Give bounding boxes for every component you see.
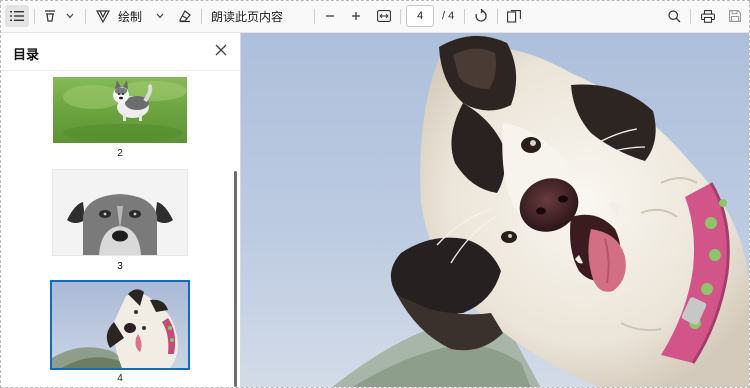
draw-label: 绘制: [118, 9, 143, 24]
toolbar-separator: [314, 9, 315, 24]
read-aloud-label: 朗读此页内容: [211, 9, 284, 24]
toolbar-separator: [690, 9, 691, 24]
toolbar-separator: [464, 9, 465, 24]
save-button[interactable]: [725, 5, 745, 27]
table-of-contents-button[interactable]: [5, 5, 29, 27]
toolbar-separator: [201, 9, 202, 24]
page-view-button[interactable]: [504, 5, 524, 27]
eraser-button[interactable]: [173, 5, 195, 27]
zoom-in-button[interactable]: [347, 5, 365, 27]
fit-to-width-button[interactable]: [374, 5, 394, 27]
thumbnail-image: [52, 282, 188, 368]
printer-icon: [701, 9, 715, 23]
rotate-icon: [475, 9, 487, 22]
draw-options-dropdown[interactable]: [153, 5, 167, 27]
minus-icon: [326, 15, 334, 17]
search-button[interactable]: [664, 5, 684, 27]
toolbar-separator: [497, 9, 498, 24]
document-page-view: [241, 33, 749, 387]
eraser-icon: [179, 10, 191, 23]
search-icon: [667, 9, 680, 22]
contents-sidebar: 目录 2 3 4: [1, 33, 241, 387]
page-thumbnail-2[interactable]: [53, 77, 187, 143]
thumbnail-image: [53, 77, 187, 143]
page-total-label: / 4: [442, 10, 455, 22]
close-icon: [215, 44, 227, 56]
thumbnail-page-number: 2: [117, 148, 123, 159]
pdf-viewer-window: 绘制 朗读此页内容 4 / 4 目录 2 3 4: [0, 0, 750, 388]
plus-icon: [352, 12, 360, 20]
chevron-down-icon: [156, 13, 164, 19]
thumbnail-page-number: 3: [117, 261, 123, 272]
save-icon: [729, 10, 741, 22]
page-thumbnail-3[interactable]: [53, 170, 187, 255]
toolbar: 绘制 朗读此页内容 4 / 4: [1, 1, 749, 33]
rotate-button[interactable]: [471, 5, 491, 27]
print-button[interactable]: [698, 5, 718, 27]
close-sidebar-button[interactable]: [213, 42, 229, 58]
chevron-down-icon: [66, 13, 74, 19]
toolbar-separator: [34, 9, 35, 24]
page-image: [241, 33, 749, 387]
page-view-icon: [507, 9, 521, 23]
read-aloud-button[interactable]: 朗读此页内容: [211, 5, 283, 27]
page-number-input[interactable]: 4: [406, 5, 434, 27]
sidebar-divider: [1, 70, 240, 71]
toolbar-separator: [400, 9, 401, 24]
zoom-out-button[interactable]: [321, 5, 339, 27]
highlight-options-dropdown[interactable]: [63, 5, 77, 27]
page-thumbnail-4[interactable]: [50, 280, 190, 370]
toolbar-separator: [85, 9, 86, 24]
sidebar-scrollbar[interactable]: [234, 171, 237, 387]
fit-width-icon: [377, 10, 391, 22]
highlighter-icon: [45, 10, 55, 22]
thumbnail-image: [53, 170, 187, 255]
draw-icon: [96, 10, 110, 23]
highlight-button[interactable]: [39, 5, 61, 27]
thumbnail-page-number: 4: [117, 373, 123, 384]
list-icon: [10, 11, 24, 21]
sidebar-title: 目录: [13, 47, 40, 62]
